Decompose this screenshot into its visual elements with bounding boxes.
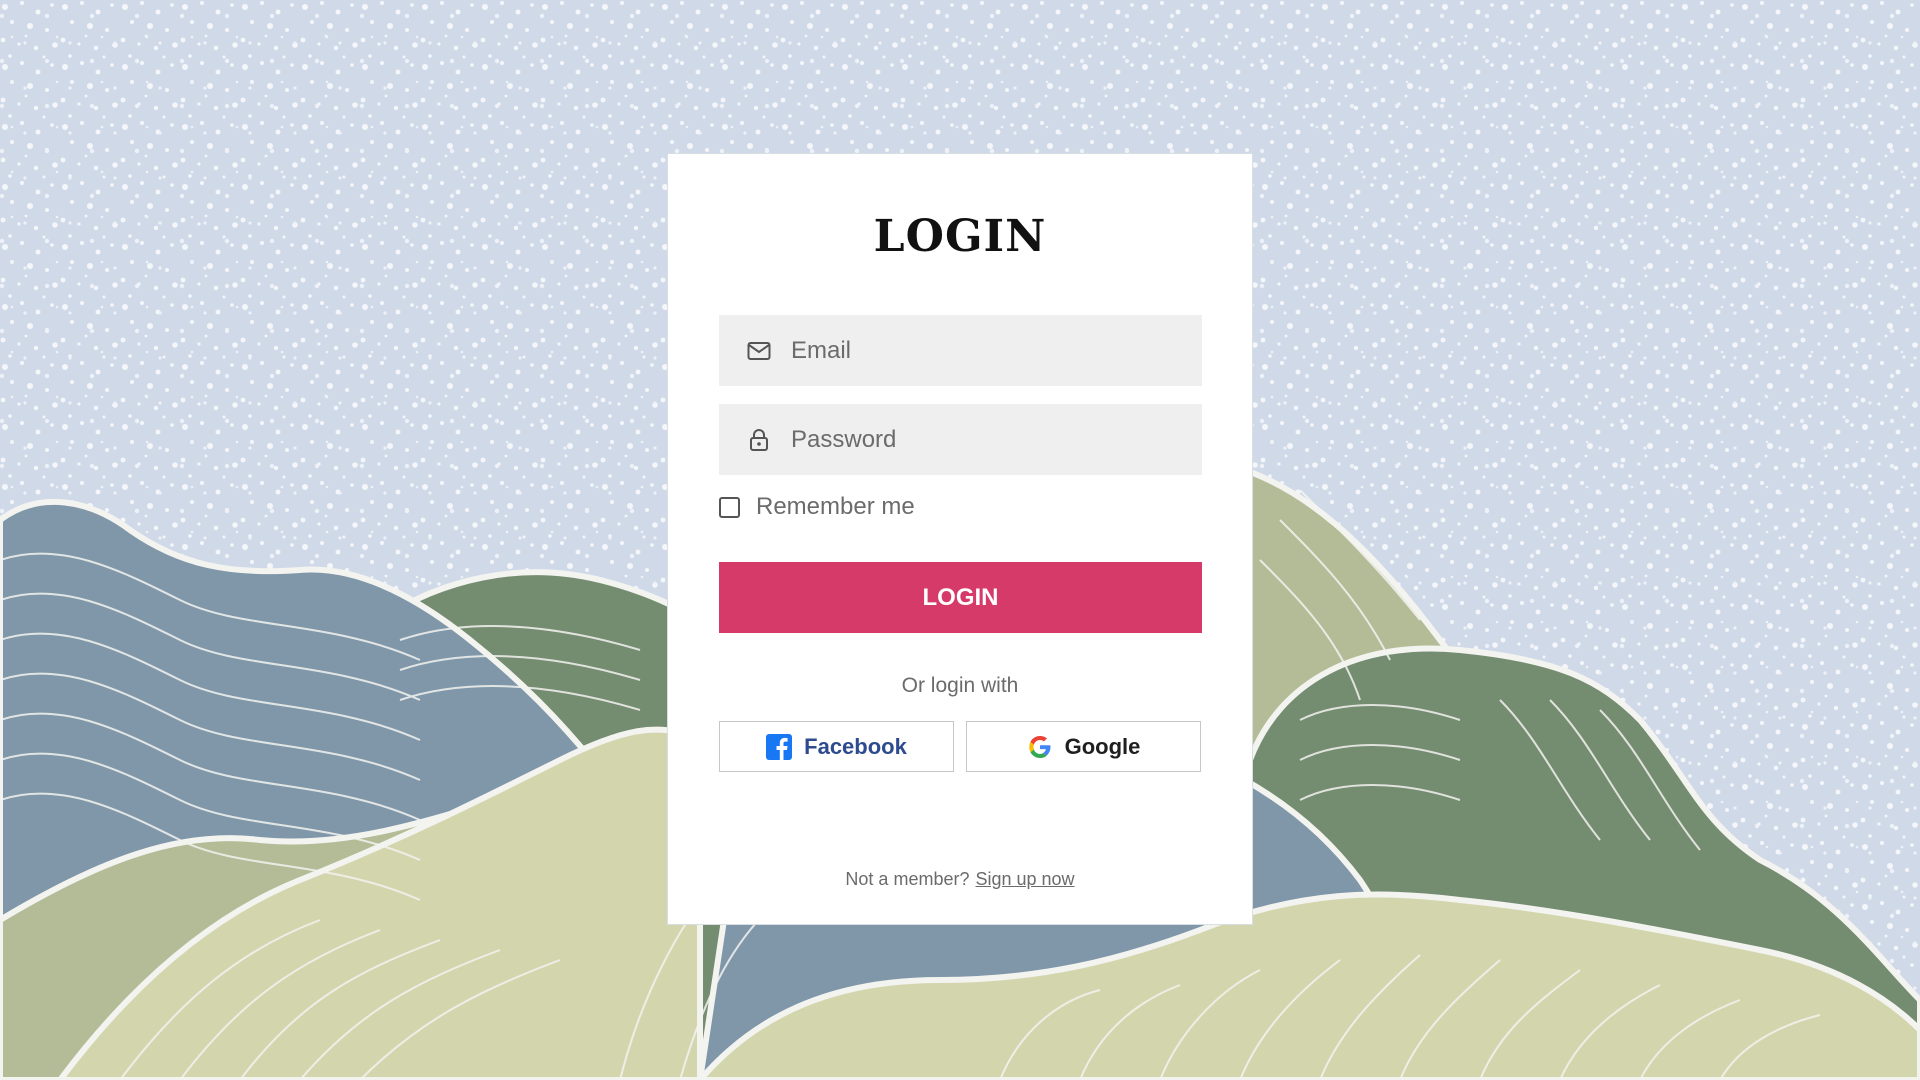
google-label: Google	[1064, 733, 1141, 759]
login-card: LOGIN Remember me	[667, 153, 1253, 925]
login-page: LOGIN Remember me	[0, 0, 1920, 1080]
email-field[interactable]	[719, 315, 1202, 386]
or-login-with-text: Or login with	[901, 674, 1019, 697]
google-login-button[interactable]: Google	[966, 721, 1201, 772]
facebook-logo-icon	[766, 733, 793, 760]
login-button[interactable]: LOGIN	[719, 562, 1202, 633]
remember-me[interactable]: Remember me	[719, 489, 915, 525]
not-member-text: Not a member?	[845, 869, 970, 889]
google-logo-icon	[1027, 734, 1053, 760]
email-input[interactable]	[791, 336, 1171, 365]
lock-icon	[747, 428, 771, 452]
signup-prompt: Not a member? Sign up now	[668, 869, 1252, 890]
password-input[interactable]	[791, 425, 1171, 454]
password-field[interactable]	[719, 404, 1202, 475]
signup-link[interactable]: Sign up now	[975, 869, 1074, 889]
login-title: LOGIN	[873, 211, 1047, 262]
mail-icon	[747, 339, 771, 363]
facebook-login-button[interactable]: Facebook	[719, 721, 954, 772]
remember-me-checkbox[interactable]	[719, 496, 740, 518]
remember-me-label[interactable]: Remember me	[756, 493, 915, 521]
facebook-label: Facebook	[804, 733, 907, 759]
